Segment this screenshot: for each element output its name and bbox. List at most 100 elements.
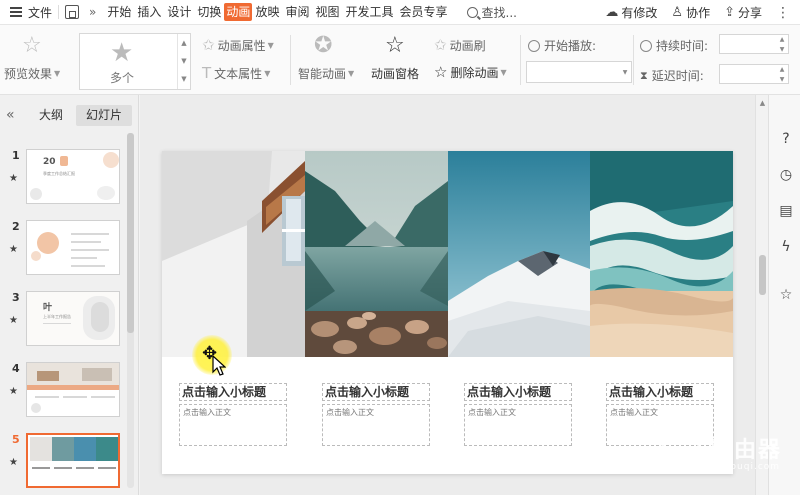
tab-transitions[interactable]: 切换	[194, 0, 224, 25]
anim-pane-icon: ☆	[385, 33, 405, 58]
photo-block	[96, 437, 118, 461]
text-props-button[interactable]: T 文本属性 ▼	[202, 64, 270, 82]
collapse-icon[interactable]: «	[6, 107, 15, 123]
animation-gallery[interactable]: ★ 多个 ▲ ▼ ▼	[79, 33, 191, 90]
decoration	[60, 156, 68, 166]
star-icon[interactable]: ☆	[778, 287, 794, 303]
slide-thumbnail-1[interactable]: 1 ★ 20 季度工作总结汇报	[0, 149, 127, 209]
delete-anim-button[interactable]: ☆ 删除动画 ▼	[434, 63, 507, 81]
help-icon[interactable]: ?	[778, 131, 794, 147]
collab-label: 协作	[686, 6, 711, 20]
slide-thumbnail-2[interactable]: 2 ★	[0, 220, 127, 280]
duration-label-group: 持续时间:	[640, 37, 708, 54]
anim-pane-label: 动画窗格	[371, 67, 420, 81]
anim-brush-button[interactable]: ✩ 动画刷	[434, 36, 486, 54]
slides-panel: « 大纲 幻灯片 1 ★ 20 季度工作总结汇报 2 ★ 3 ★ 叶 上半年工作…	[0, 95, 139, 495]
tab-animation[interactable]: 动画	[224, 3, 253, 21]
search-icon	[466, 6, 478, 18]
stepper-icon[interactable]: ▲ ▼	[776, 35, 788, 53]
slide-preview	[26, 433, 120, 488]
slide-thumbnail-5[interactable]: 5 ★	[0, 433, 127, 493]
subtitle-placeholder-3[interactable]: 点击输入小标题	[464, 383, 572, 401]
anim-props-button[interactable]: ✩ 动画属性 ▼	[202, 36, 274, 54]
template-icon[interactable]: ▤	[778, 203, 794, 219]
photo-block	[30, 437, 52, 461]
history-icon[interactable]: ◷	[778, 167, 794, 183]
tab-review[interactable]: 审阅	[282, 0, 312, 25]
clock-icon	[640, 39, 652, 52]
text-line	[71, 257, 97, 259]
slide-thumbnail-4[interactable]: 4 ★	[0, 362, 127, 422]
tab-member[interactable]: 会员专享	[397, 0, 451, 25]
tab-slideshow[interactable]: 放映	[252, 0, 282, 25]
body-placeholder-1[interactable]: 点击输入正文	[179, 404, 287, 446]
preview-star-icon: ☆	[22, 33, 42, 58]
current-slide[interactable]: 点击输入小标题 点击输入小标题 点击输入小标题 点击输入小标题 点击输入正文 点…	[162, 151, 733, 474]
slide-number: 1	[12, 149, 20, 162]
duration-label: 持续时间:	[656, 39, 709, 53]
quick-access-icon[interactable]	[65, 5, 80, 19]
stepper-icon[interactable]: ▲ ▼	[776, 65, 788, 83]
photo-snow[interactable]	[448, 151, 590, 357]
text-line	[63, 396, 87, 398]
share-button[interactable]: ⇪ 分享	[724, 4, 762, 21]
subtitle-placeholder-2[interactable]: 点击输入小标题	[322, 383, 430, 401]
animation-star-icon: ★	[9, 386, 18, 397]
magic-icon[interactable]: ϟ	[778, 239, 794, 255]
menu-icon[interactable]	[10, 7, 22, 17]
gallery-expand-icon[interactable]: ▼	[178, 70, 190, 88]
scrollbar-thumb[interactable]	[127, 133, 134, 333]
body-placeholder-2[interactable]: 点击输入正文	[322, 404, 430, 446]
subtitle-placeholder-4[interactable]: 点击输入小标题	[606, 383, 714, 401]
photo-beach[interactable]	[590, 151, 733, 357]
tab-view[interactable]: 视图	[312, 0, 342, 25]
subtitle-placeholder-1[interactable]: 点击输入小标题	[179, 383, 287, 401]
start-play-dropdown[interactable]: ▼	[526, 61, 632, 83]
preview-button[interactable]: 预览效果 ▼	[4, 65, 60, 82]
photo-interior-image	[162, 151, 305, 357]
slide-preview: 叶 上半年工作报告	[26, 291, 120, 346]
settings-star-icon: ✩	[202, 36, 215, 54]
photo-lake[interactable]	[305, 151, 448, 357]
delay-input[interactable]: ▲ ▼	[719, 64, 789, 84]
photo-interior[interactable]	[162, 151, 305, 357]
router-logo-icon	[660, 432, 702, 474]
text-line	[35, 396, 59, 398]
start-play-label-group: 开始播放:	[528, 37, 596, 54]
panel-scrollbar[interactable]	[127, 133, 134, 488]
animation-star-icon: ★	[9, 173, 18, 184]
anim-pane-button[interactable]: 动画窗格	[371, 65, 419, 82]
more-options-icon[interactable]: ⋮	[776, 5, 790, 21]
duration-input[interactable]: ▲ ▼	[719, 34, 789, 54]
gallery-down-icon[interactable]: ▼	[178, 52, 190, 70]
body-placeholder-3[interactable]: 点击输入正文	[464, 404, 572, 446]
text-line	[43, 323, 71, 324]
modified-button[interactable]: ☁ 有修改	[605, 4, 657, 21]
decoration	[31, 251, 41, 261]
tab-home[interactable]: 开始	[104, 0, 134, 25]
tab-design[interactable]: 设计	[164, 0, 194, 25]
tab-insert[interactable]: 插入	[134, 0, 164, 25]
menubar-right: ☁ 有修改 ♙ 协作 ⇪ 分享 ⋮	[605, 0, 800, 25]
watermark-name: 路由器	[710, 438, 783, 463]
photo-beach-image	[590, 151, 733, 357]
scrollbar-thumb[interactable]	[759, 255, 766, 295]
tab-slides[interactable]: 幻灯片	[76, 105, 132, 126]
divider	[520, 35, 521, 85]
tab-outline[interactable]: 大纲	[34, 105, 68, 126]
photo-block	[74, 437, 96, 461]
file-menu[interactable]: 文件	[28, 4, 52, 21]
divider	[58, 5, 60, 19]
search-box[interactable]: 查找...	[466, 4, 517, 21]
more-icon[interactable]: »	[89, 5, 96, 19]
photo-block	[52, 437, 74, 461]
collab-button[interactable]: ♙ 协作	[671, 4, 710, 21]
text-line	[32, 467, 50, 469]
tab-developer[interactable]: 开发工具	[342, 0, 396, 25]
smart-anim-button[interactable]: 智能动画 ▼	[298, 65, 354, 82]
slide-thumbnail-3[interactable]: 3 ★ 叶 上半年工作报告	[0, 291, 127, 351]
decoration	[31, 403, 41, 413]
delay-label: 延迟时间:	[651, 69, 704, 83]
gallery-up-icon[interactable]: ▲	[178, 34, 190, 52]
gallery-scroll[interactable]: ▲ ▼ ▼	[177, 34, 190, 89]
